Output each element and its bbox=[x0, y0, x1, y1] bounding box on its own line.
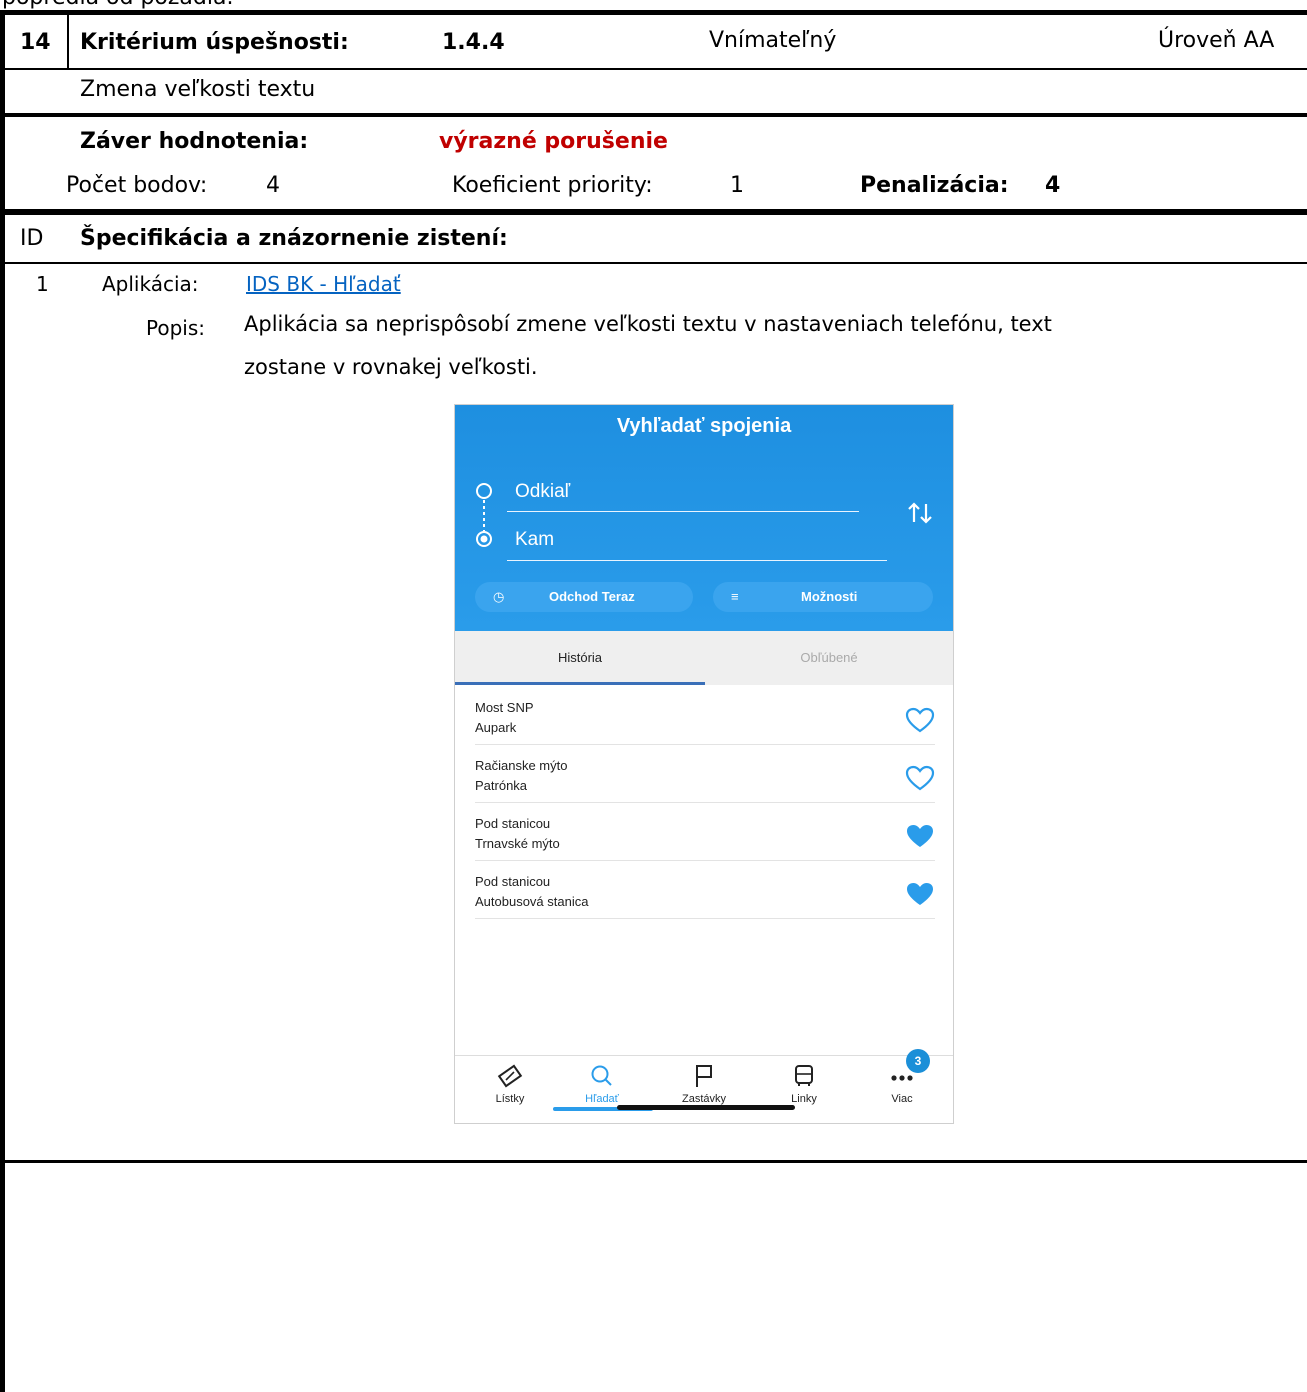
notification-badge: 3 bbox=[906, 1049, 930, 1073]
to-field[interactable]: Kam bbox=[515, 528, 554, 552]
description-line-1: Aplikácia sa neprispôsobí zmene veľkosti… bbox=[244, 312, 1052, 336]
active-tab-indicator bbox=[455, 682, 705, 685]
to-field-underline bbox=[507, 560, 887, 561]
history-item[interactable]: Pod stanicou Autobusová stanica bbox=[455, 861, 953, 919]
points-value: 4 bbox=[266, 173, 280, 198]
history-to: Patrónka bbox=[475, 778, 528, 793]
conclusion-label: Záver hodnotenia: bbox=[80, 129, 309, 154]
row-divider bbox=[0, 209, 1307, 215]
ticket-icon bbox=[497, 1064, 523, 1088]
criterion-label: Kritérium úspešnosti: bbox=[80, 30, 349, 55]
from-field[interactable]: Odkiaľ bbox=[515, 480, 570, 504]
history-to: Trnavské mýto bbox=[475, 836, 560, 851]
bus-icon bbox=[795, 1065, 813, 1086]
tab-bar-divider bbox=[455, 1055, 953, 1056]
search-icon bbox=[591, 1065, 612, 1086]
nav-more[interactable]: Viac bbox=[857, 1063, 947, 1105]
table-border-left bbox=[0, 10, 5, 1392]
number-column-divider bbox=[67, 10, 69, 68]
id-column-label: ID bbox=[20, 226, 44, 251]
history-to: Aupark bbox=[475, 720, 517, 735]
departure-label: Odchod Teraz bbox=[549, 589, 635, 604]
nav-search[interactable]: Hľadať bbox=[557, 1063, 647, 1105]
app-link[interactable]: IDS BK - Hľadať bbox=[246, 270, 401, 298]
options-label: Možnosti bbox=[801, 589, 858, 604]
sliders-icon: ≡ bbox=[731, 589, 739, 604]
departure-time-button[interactable]: ◷ Odchod Teraz bbox=[475, 582, 693, 612]
flag-icon bbox=[696, 1065, 712, 1087]
conclusion-value: výrazné porušenie bbox=[439, 129, 668, 154]
row-divider bbox=[0, 1160, 1307, 1163]
heart-filled-icon[interactable] bbox=[905, 881, 935, 907]
nav-stops[interactable]: Zastávky bbox=[659, 1063, 749, 1105]
row-divider bbox=[0, 68, 1307, 70]
criterion-id: 1.4.4 bbox=[442, 30, 505, 55]
description-line-2: zostane v rovnakej veľkosti. bbox=[244, 355, 538, 379]
table-border-top bbox=[0, 10, 1307, 15]
swap-icon[interactable] bbox=[906, 500, 934, 526]
row-separator bbox=[475, 918, 935, 919]
points-label: Počet bodov: bbox=[66, 173, 208, 198]
screen-title: Vyhľadať spojenia bbox=[616, 415, 792, 437]
heart-filled-icon[interactable] bbox=[905, 823, 935, 849]
heart-outline-icon[interactable] bbox=[905, 765, 935, 791]
description-label: Popis: bbox=[146, 316, 205, 340]
history-item[interactable]: Most SNP Aupark bbox=[455, 687, 953, 745]
history-tabs: História Obľúbené bbox=[455, 631, 953, 685]
home-indicator bbox=[617, 1105, 795, 1110]
nav-label: Viac bbox=[891, 1093, 913, 1105]
nav-label: Hľadať bbox=[585, 1093, 619, 1105]
nav-label: Zastávky bbox=[681, 1093, 726, 1105]
history-to: Autobusová stanica bbox=[475, 894, 589, 909]
row-divider bbox=[0, 262, 1307, 264]
from-field-underline bbox=[507, 511, 859, 512]
heart-outline-icon[interactable] bbox=[905, 707, 935, 733]
finding-id: 1 bbox=[36, 272, 49, 296]
nav-label: Lístky bbox=[495, 1093, 525, 1105]
criterion-name: Zmena veľkosti textu bbox=[80, 77, 316, 102]
penalty-label: Penalizácia: bbox=[860, 173, 1009, 198]
row-divider bbox=[0, 113, 1307, 117]
clock-icon: ◷ bbox=[493, 589, 505, 604]
nav-label: Linky bbox=[791, 1093, 817, 1105]
app-screenshot: Vyhľadať spojenia Odkiaľ Kam ◷ Odchod Te… bbox=[454, 404, 954, 1124]
app-label: Aplikácia: bbox=[102, 272, 199, 296]
conformance-level: Úroveň AA bbox=[1158, 28, 1275, 53]
history-from: Račianske mýto bbox=[475, 758, 568, 773]
priority-label: Koeficient priority: bbox=[452, 173, 653, 198]
history-item[interactable]: Račianske mýto Patrónka bbox=[455, 745, 953, 803]
history-from: Most SNP bbox=[475, 700, 534, 715]
origin-dot-icon bbox=[476, 483, 492, 547]
nav-lines[interactable]: Linky bbox=[759, 1063, 849, 1105]
options-button[interactable]: ≡ Možnosti bbox=[713, 582, 933, 612]
principle: Vnímateľný bbox=[709, 28, 837, 53]
priority-value: 1 bbox=[730, 173, 744, 198]
search-header: Vyhľadať spojenia Odkiaľ Kam ◷ Odchod Te… bbox=[455, 405, 953, 631]
criterion-number: 14 bbox=[20, 30, 51, 55]
tab-history[interactable]: História bbox=[455, 631, 705, 685]
history-from: Pod stanicou bbox=[475, 816, 551, 831]
tab-favorites[interactable]: Obľúbené bbox=[705, 631, 953, 685]
history-from: Pod stanicou bbox=[475, 874, 551, 889]
history-item[interactable]: Pod stanicou Trnavské mýto bbox=[455, 803, 953, 861]
specification-heading: Špecifikácia a znázornenie zistení: bbox=[80, 226, 508, 251]
nav-tickets[interactable]: Lístky bbox=[465, 1063, 555, 1105]
penalty-value: 4 bbox=[1045, 173, 1061, 198]
